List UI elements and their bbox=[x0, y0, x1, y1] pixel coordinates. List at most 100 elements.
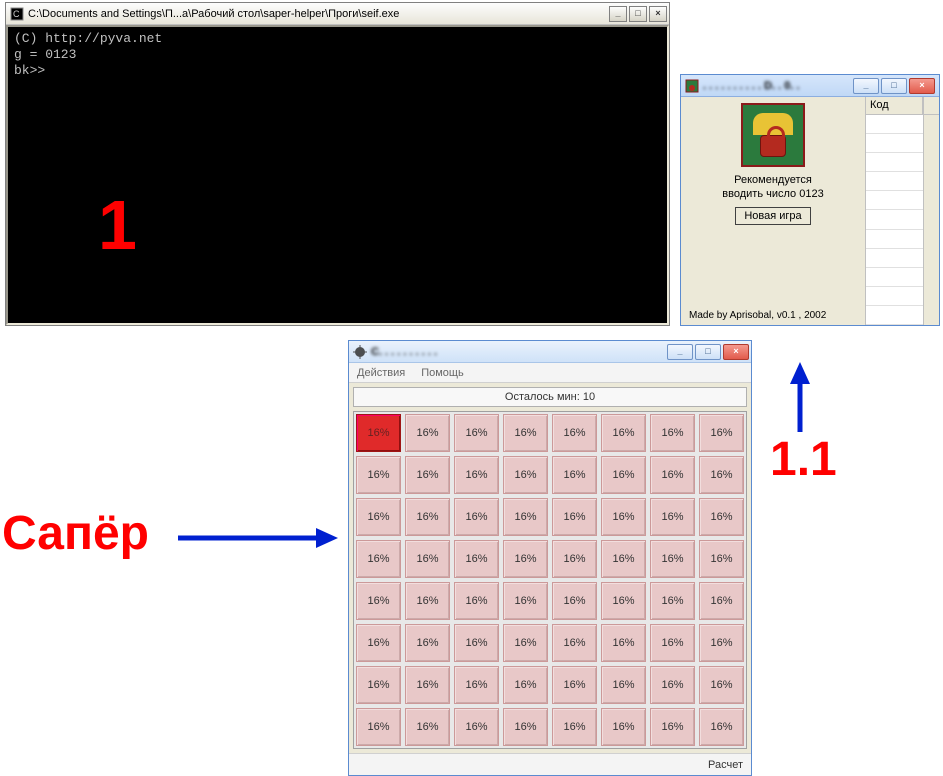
saper-cell[interactable]: 16% bbox=[601, 456, 646, 494]
saper-cell[interactable]: 16% bbox=[552, 414, 597, 452]
saper-cell[interactable]: 16% bbox=[454, 624, 499, 662]
calculate-button[interactable]: Расчет bbox=[708, 759, 743, 771]
grid-row[interactable] bbox=[866, 210, 923, 229]
saper-cell[interactable]: 16% bbox=[405, 624, 450, 662]
saper-cell[interactable]: 16% bbox=[552, 498, 597, 536]
saper-cell[interactable]: 16% bbox=[454, 540, 499, 578]
saper-cell[interactable]: 16% bbox=[503, 540, 548, 578]
saper-cell[interactable]: 16% bbox=[552, 456, 597, 494]
scrollbar[interactable] bbox=[923, 115, 939, 325]
saper-cell[interactable]: 16% bbox=[405, 498, 450, 536]
console-body[interactable]: (C) http://pyva.net g = 0123 bk>> 1 bbox=[6, 25, 669, 325]
saper-cell[interactable]: 16% bbox=[405, 456, 450, 494]
saper-cell[interactable]: 16% bbox=[503, 414, 548, 452]
grid-row[interactable] bbox=[866, 306, 923, 325]
maximize-button[interactable]: □ bbox=[881, 78, 907, 94]
saper-cell[interactable]: 16% bbox=[650, 624, 695, 662]
saper-cell[interactable]: 16% bbox=[503, 666, 548, 704]
saper-cell[interactable]: 16% bbox=[405, 582, 450, 620]
saper-cell[interactable]: 16% bbox=[552, 666, 597, 704]
saper-cell[interactable]: 16% bbox=[454, 708, 499, 746]
saper-cell[interactable]: 16% bbox=[552, 582, 597, 620]
grid-row[interactable] bbox=[866, 249, 923, 268]
saper-cell[interactable]: 16% bbox=[650, 708, 695, 746]
saper-cell[interactable]: 16% bbox=[552, 624, 597, 662]
saper-cell[interactable]: 16% bbox=[699, 414, 744, 452]
saper-cell[interactable]: 16% bbox=[650, 498, 695, 536]
saper-cell[interactable]: 16% bbox=[601, 498, 646, 536]
saper-cell[interactable]: 16% bbox=[650, 666, 695, 704]
saper-cell[interactable]: 16% bbox=[405, 666, 450, 704]
saper-cell[interactable]: 16% bbox=[356, 540, 401, 578]
console-titlebar[interactable]: C C:\Documents and Settings\П...а\Рабочи… bbox=[6, 3, 669, 25]
grid-row[interactable] bbox=[866, 172, 923, 191]
console-window: C C:\Documents and Settings\П...а\Рабочи… bbox=[5, 2, 670, 326]
saper-cell[interactable]: 16% bbox=[454, 582, 499, 620]
saper-cell[interactable]: 16% bbox=[454, 666, 499, 704]
console-title: C:\Documents and Settings\П...а\Рабочий … bbox=[28, 8, 605, 20]
saper-cell[interactable]: 16% bbox=[503, 582, 548, 620]
grid-row[interactable] bbox=[866, 230, 923, 249]
saper-cell[interactable]: 16% bbox=[699, 456, 744, 494]
grid-row[interactable] bbox=[866, 287, 923, 306]
saper-cell[interactable]: 16% bbox=[356, 456, 401, 494]
saper-cell[interactable]: 16% bbox=[454, 414, 499, 452]
code-column-header[interactable]: Код bbox=[866, 97, 923, 114]
saper-cell[interactable]: 16% bbox=[356, 708, 401, 746]
saper-cell[interactable]: 16% bbox=[699, 624, 744, 662]
new-game-button[interactable]: Новая игра bbox=[735, 207, 810, 225]
saper-cell[interactable]: 16% bbox=[405, 708, 450, 746]
grid-row[interactable] bbox=[866, 134, 923, 153]
grid-row[interactable] bbox=[866, 153, 923, 172]
close-button[interactable]: × bbox=[909, 78, 935, 94]
helper-titlebar[interactable]: . . . . . . . . . . D. . 0. . _ □ × bbox=[681, 75, 939, 97]
saper-cell[interactable]: 16% bbox=[699, 498, 744, 536]
close-button[interactable]: × bbox=[649, 6, 667, 22]
saper-cell[interactable]: 16% bbox=[356, 498, 401, 536]
helper-window-buttons: _ □ × bbox=[853, 78, 935, 94]
scrollbar-top-button[interactable] bbox=[923, 97, 939, 114]
saper-cell[interactable]: 16% bbox=[356, 666, 401, 704]
saper-cell[interactable]: 16% bbox=[601, 666, 646, 704]
minimize-button[interactable]: _ bbox=[667, 344, 693, 360]
saper-cell[interactable]: 16% bbox=[650, 414, 695, 452]
menu-help[interactable]: Помощь bbox=[421, 367, 464, 379]
helper-body: Рекомендуется вводить число 0123 Новая и… bbox=[681, 97, 939, 325]
menu-actions[interactable]: Действия bbox=[357, 367, 405, 379]
saper-cell[interactable]: 16% bbox=[454, 456, 499, 494]
saper-cell[interactable]: 16% bbox=[650, 582, 695, 620]
grid-row[interactable] bbox=[866, 115, 923, 134]
saper-cell[interactable]: 16% bbox=[699, 540, 744, 578]
saper-cell[interactable]: 16% bbox=[503, 498, 548, 536]
saper-cell[interactable]: 16% bbox=[601, 582, 646, 620]
maximize-button[interactable]: □ bbox=[629, 6, 647, 22]
saper-cell[interactable]: 16% bbox=[699, 708, 744, 746]
grid-row[interactable] bbox=[866, 268, 923, 287]
saper-titlebar[interactable]: C. . . . . . . . . . _ □ × bbox=[349, 341, 751, 363]
saper-cell[interactable]: 16% bbox=[356, 582, 401, 620]
grid-cells[interactable] bbox=[866, 115, 923, 325]
saper-cell[interactable]: 16% bbox=[601, 708, 646, 746]
saper-cell[interactable]: 16% bbox=[601, 624, 646, 662]
maximize-button[interactable]: □ bbox=[695, 344, 721, 360]
minimize-button[interactable]: _ bbox=[609, 6, 627, 22]
saper-cell[interactable]: 16% bbox=[503, 456, 548, 494]
saper-cell[interactable]: 16% bbox=[356, 624, 401, 662]
grid-row[interactable] bbox=[866, 191, 923, 210]
minimize-button[interactable]: _ bbox=[853, 78, 879, 94]
saper-cell[interactable]: 16% bbox=[650, 540, 695, 578]
saper-cell[interactable]: 16% bbox=[454, 498, 499, 536]
saper-cell[interactable]: 16% bbox=[601, 540, 646, 578]
saper-cell[interactable]: 16% bbox=[699, 666, 744, 704]
saper-cell[interactable]: 16% bbox=[601, 414, 646, 452]
saper-cell[interactable]: 16% bbox=[552, 708, 597, 746]
saper-cell[interactable]: 16% bbox=[699, 582, 744, 620]
saper-cell[interactable]: 16% bbox=[405, 414, 450, 452]
saper-cell[interactable]: 16% bbox=[650, 456, 695, 494]
saper-cell[interactable]: 16% bbox=[405, 540, 450, 578]
saper-cell[interactable]: 16% bbox=[503, 708, 548, 746]
close-button[interactable]: × bbox=[723, 344, 749, 360]
saper-cell[interactable]: 16% bbox=[552, 540, 597, 578]
saper-cell[interactable]: 16% bbox=[503, 624, 548, 662]
saper-cell[interactable]: 16% bbox=[356, 414, 401, 452]
